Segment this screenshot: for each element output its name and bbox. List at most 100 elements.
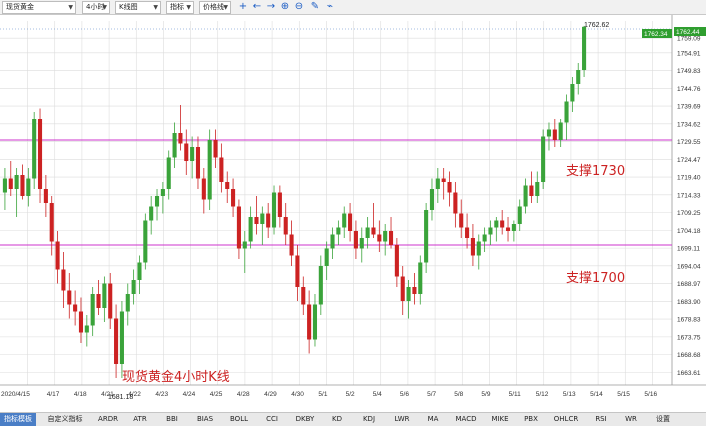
chevron-down-icon: ▼ <box>186 4 191 11</box>
candle-body <box>78 311 84 333</box>
tab-5[interactable]: BIAS <box>190 413 220 426</box>
y-tick-label: 1704.18 <box>677 228 701 235</box>
chevron-down-icon: ▼ <box>223 4 228 11</box>
tab-16[interactable]: OHLCR <box>548 413 584 426</box>
support-1730-label: 支撑1730 <box>566 164 625 179</box>
candle-body <box>383 231 388 242</box>
y-tick-label: 1688.97 <box>677 281 701 288</box>
y-tick-label: 1714.33 <box>677 192 701 199</box>
link-icon[interactable]: ⌁ <box>324 1 336 13</box>
crosshair-icon[interactable]: + <box>237 1 249 13</box>
y-tick-label: 1668.68 <box>677 352 701 359</box>
draw-icon[interactable]: ✎ <box>309 1 321 13</box>
y-tick-label: 1759.09 <box>677 36 701 43</box>
candle-body <box>2 178 7 193</box>
chart-type-label: K线图 <box>119 3 138 11</box>
tab-10[interactable]: KDJ <box>354 413 384 426</box>
candle-body <box>511 224 516 231</box>
tab-2[interactable]: ARDR <box>94 413 122 426</box>
candle-body <box>178 133 183 144</box>
candle-body <box>219 157 224 182</box>
candle-body <box>166 157 171 189</box>
candle-body <box>500 220 505 228</box>
tab-3[interactable]: ATR <box>126 413 154 426</box>
support-1700-label: 支撑1700 <box>566 271 625 286</box>
zoom-out-icon[interactable]: ⊖ <box>293 1 305 13</box>
x-tick-label: 4/28 <box>237 391 250 398</box>
tab-11[interactable]: LWR <box>388 413 416 426</box>
candle-body <box>131 280 136 294</box>
candle-body <box>400 276 405 301</box>
y-tick-label: 1678.83 <box>677 317 701 324</box>
tab-1[interactable]: 自定义指标 <box>40 413 90 426</box>
tab-9[interactable]: KD <box>324 413 350 426</box>
tab-6[interactable]: BOLL <box>224 413 254 426</box>
candle-body <box>552 129 557 140</box>
candle-body <box>523 185 528 207</box>
candle-body <box>541 136 546 182</box>
candle-body <box>108 283 113 319</box>
arrow-right-icon[interactable]: → <box>265 1 277 13</box>
y-tick-label: 1729.55 <box>677 139 701 146</box>
x-tick-label: 2020/4/15 <box>1 391 30 398</box>
tab-17[interactable]: RSI <box>588 413 614 426</box>
candle-body <box>184 143 189 161</box>
candle-body <box>8 178 13 189</box>
indicator-label: 指标 <box>170 3 184 11</box>
period-select[interactable]: 4小时 ▼ <box>82 1 110 14</box>
candle-body <box>55 241 60 270</box>
candle-body <box>201 178 206 200</box>
tab-12[interactable]: MA <box>420 413 446 426</box>
candlestick-chart[interactable]: 1759.09 1754.91 1749.83 1744.76 1739.69 1734.… <box>0 15 706 412</box>
tab-7[interactable]: CCI <box>258 413 286 426</box>
candle-body <box>37 119 43 189</box>
candle-body <box>301 287 306 305</box>
x-tick-label: 5/8 <box>454 391 463 398</box>
y-tick-label: 1663.61 <box>677 370 701 377</box>
candle-body <box>377 234 382 242</box>
y-tick-label: 1719.40 <box>677 175 701 182</box>
candle-body <box>307 304 312 340</box>
y-tick-label: 1683.90 <box>677 299 701 306</box>
candle-body <box>125 294 130 312</box>
tab-18[interactable]: WR <box>618 413 644 426</box>
tab-14[interactable]: MIKE <box>486 413 514 426</box>
candle-body <box>412 287 417 294</box>
price-type-select[interactable]: 价格线 ▼ <box>199 1 231 14</box>
chevron-down-icon: ▼ <box>68 4 73 11</box>
candle-body <box>277 192 282 217</box>
candle-body <box>517 206 522 224</box>
tab-4[interactable]: BBI <box>158 413 186 426</box>
toolbar: 现货黄金 ▼ 4小时 ▼ K线图 ▼ 指标 ▼ 价格线 ▼ + ← → ⊕ ⊖ … <box>0 0 706 15</box>
candle-body <box>324 248 329 266</box>
candle-body <box>418 262 423 294</box>
x-tick-label: 5/6 <box>400 391 409 398</box>
candle-body <box>154 196 160 207</box>
indicator-select[interactable]: 指标 ▼ <box>166 1 194 14</box>
tab-15[interactable]: PBX <box>518 413 544 426</box>
candle-body <box>90 294 95 326</box>
y-tick-label: 1724.47 <box>677 157 701 164</box>
candle-body <box>14 175 19 189</box>
candle-body <box>114 318 119 364</box>
candle-body <box>476 241 481 256</box>
chart-canvas: 1759.09 1754.91 1749.83 1744.76 1739.69 1734.… <box>0 15 706 401</box>
symbol-select[interactable]: 现货黄金 ▼ <box>2 1 76 14</box>
arrow-left-icon[interactable]: ← <box>251 1 263 13</box>
candle-body <box>32 119 37 179</box>
tab-8[interactable]: DKBY <box>290 413 320 426</box>
candle-body <box>84 325 89 333</box>
tab-0[interactable]: 指标模板 <box>0 413 36 426</box>
x-tick-label: 4/18 <box>74 391 87 398</box>
candle-body <box>67 290 72 305</box>
candle-body <box>190 147 195 161</box>
candle-body <box>248 217 253 242</box>
candle-body <box>388 231 394 245</box>
tab-13[interactable]: MACD <box>450 413 482 426</box>
candle-body <box>20 175 25 196</box>
tab-19[interactable]: 设置 <box>648 413 678 426</box>
candle-body <box>342 213 347 228</box>
zoom-in-icon[interactable]: ⊕ <box>279 1 291 13</box>
chart-type-select[interactable]: K线图 ▼ <box>115 1 161 14</box>
candle-body <box>558 122 563 140</box>
